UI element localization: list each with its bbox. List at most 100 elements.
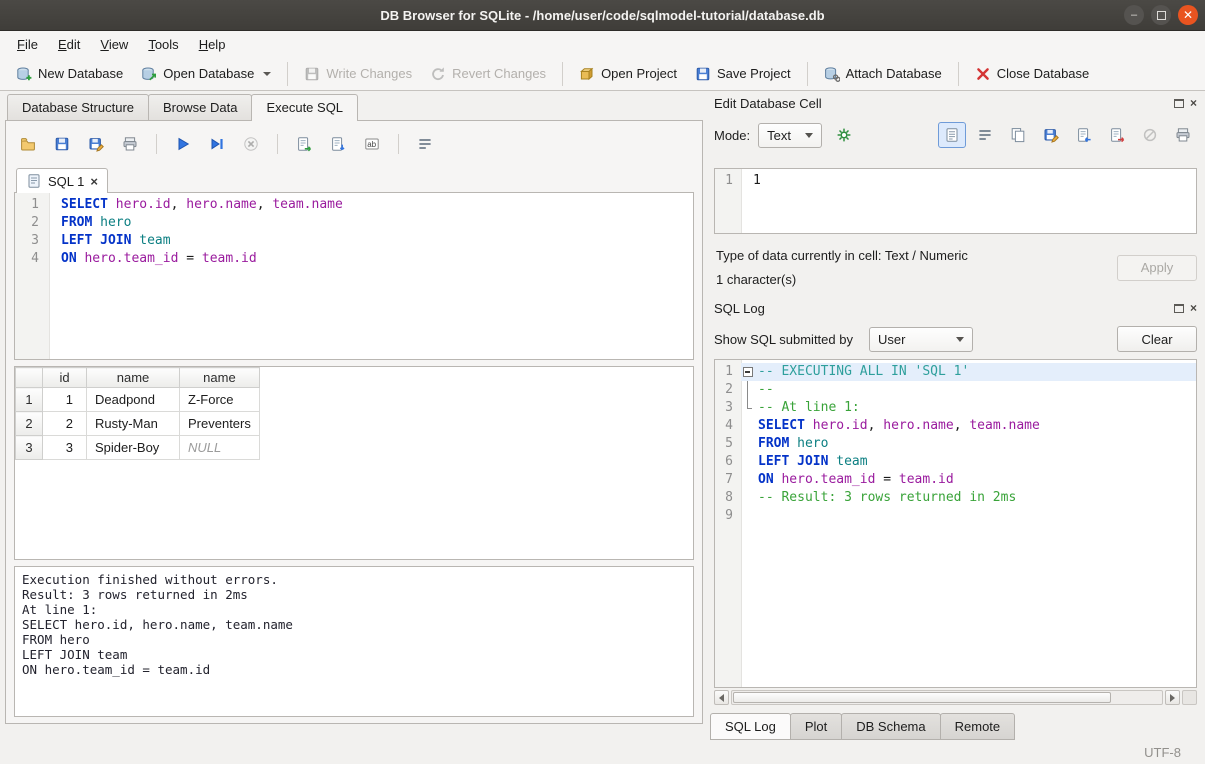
cell[interactable]: NULL (180, 436, 260, 460)
menu-edit[interactable]: Edit (49, 34, 89, 55)
corner-header[interactable] (16, 368, 43, 388)
execute-current-line-button[interactable] (203, 131, 231, 157)
dock-tab-remote[interactable]: Remote (940, 713, 1016, 740)
import-in-cell-button[interactable] (830, 122, 858, 148)
execute-all-button[interactable] (169, 131, 197, 157)
fold-collapse-icon[interactable] (741, 363, 755, 381)
sql-log-view[interactable]: 1-- EXECUTING ALL IN 'SQL 1'2--3-- At li… (714, 359, 1197, 688)
column-header-name-1[interactable]: name (87, 368, 180, 388)
cell-editor[interactable]: 11 (714, 168, 1197, 234)
close-window-button[interactable]: ✕ (1178, 5, 1198, 25)
menu-tools[interactable]: Tools (139, 34, 187, 55)
export-data-icon (1109, 127, 1125, 143)
dock-tab-db-schema[interactable]: DB Schema (841, 713, 940, 740)
mode-select[interactable]: Text (758, 123, 822, 148)
minimize-button[interactable]: – (1124, 5, 1144, 25)
clear-log-button[interactable]: Clear (1117, 326, 1197, 352)
dock-tab-plot[interactable]: Plot (790, 713, 842, 740)
attach-database-button[interactable]: Attach Database (816, 62, 950, 86)
encoding-indicator: UTF-8 (1144, 745, 1181, 760)
sql-editor-tab[interactable]: SQL 1 × (16, 168, 108, 193)
attach-database-icon (824, 66, 840, 82)
maximize-button[interactable] (1151, 5, 1171, 25)
text-mode-button[interactable] (938, 122, 966, 148)
row-number[interactable]: 2 (16, 412, 43, 436)
tab-execute-sql[interactable]: Execute SQL (251, 94, 358, 121)
message-line: Result: 3 rows returned in 2ms (22, 587, 686, 602)
code-text: SELECT hero.id, hero.name, team.name (61, 196, 343, 214)
edit-cell-dock-header: Edit Database Cell × (706, 90, 1205, 116)
save-as-button[interactable] (1037, 122, 1065, 148)
revert-changes-label: Revert Changes (452, 66, 546, 81)
code-line: 3-- At line 1: (715, 399, 1196, 417)
cell[interactable]: Z-Force (180, 388, 260, 412)
toolbar-separator (398, 134, 399, 154)
dock-tab-sql-log[interactable]: SQL Log (710, 713, 791, 740)
save-results-view-button[interactable] (324, 131, 352, 157)
close-tab-icon[interactable]: × (90, 175, 98, 188)
save-sql-file-button[interactable] (48, 131, 76, 157)
line-number: 3 (15, 232, 49, 250)
word-wrap-button[interactable] (971, 122, 999, 148)
column-header-name-2[interactable]: name (180, 368, 260, 388)
open-database-label: Open Database (163, 66, 254, 81)
import-data-button[interactable] (1070, 122, 1098, 148)
fold-margin (741, 417, 755, 435)
open-project-icon (579, 66, 595, 82)
open-database-button[interactable]: Open Database (133, 62, 279, 86)
scroll-right-button[interactable] (1165, 690, 1180, 705)
line-number: 8 (715, 489, 741, 507)
toolbar-separator (958, 62, 959, 86)
cell[interactable]: 3 (43, 436, 87, 460)
float-dock-icon[interactable] (1174, 99, 1184, 108)
copy-button[interactable] (1004, 122, 1032, 148)
sql-tab-label: SQL 1 (48, 174, 84, 189)
message-line: FROM hero (22, 632, 686, 647)
row-number[interactable]: 3 (16, 436, 43, 460)
cell[interactable]: Preventers (180, 412, 260, 436)
fold-margin (741, 453, 755, 471)
new-database-button[interactable]: New Database (8, 62, 131, 86)
row-number[interactable]: 1 (16, 388, 43, 412)
line-number: 4 (715, 417, 741, 435)
save-as-icon (1043, 127, 1059, 143)
open-sql-file-button[interactable] (14, 131, 42, 157)
code-line: 6LEFT JOIN team (715, 453, 1196, 471)
code-text: FROM hero (61, 214, 131, 232)
tab-browse-data[interactable]: Browse Data (148, 94, 252, 120)
open-project-button[interactable]: Open Project (571, 62, 685, 86)
sql-editor[interactable]: 1SELECT hero.id, hero.name, team.name2FR… (14, 192, 694, 360)
close-dock-icon[interactable]: × (1190, 302, 1197, 314)
find-replace-icon: ab (364, 136, 380, 152)
scroll-track[interactable] (731, 690, 1163, 705)
code-text: FROM hero (758, 435, 828, 453)
message-line: At line 1: (22, 602, 686, 617)
print-button[interactable] (116, 131, 144, 157)
menu-view[interactable]: View (91, 34, 137, 55)
export-results-button[interactable] (290, 131, 318, 157)
cell[interactable]: Spider-Boy (87, 436, 180, 460)
print-button[interactable] (1169, 122, 1197, 148)
menu-help[interactable]: Help (190, 34, 235, 55)
log-filter-select[interactable]: User (869, 327, 973, 352)
column-header-id-0[interactable]: id (43, 368, 87, 388)
cell[interactable]: 2 (43, 412, 87, 436)
fold-margin (741, 489, 755, 507)
find-replace-button[interactable]: ab (358, 131, 386, 157)
menu-file[interactable]: File (8, 34, 47, 55)
cell[interactable]: Deadpond (87, 388, 180, 412)
save-sql-as-button[interactable] (82, 131, 110, 157)
tab-database-structure[interactable]: Database Structure (7, 94, 149, 120)
chevron-down-icon[interactable] (263, 72, 271, 76)
save-project-button[interactable]: Save Project (687, 62, 799, 86)
close-dock-icon[interactable]: × (1190, 97, 1197, 109)
word-wrap-button[interactable] (411, 131, 439, 157)
cell[interactable]: 1 (43, 388, 87, 412)
export-data-button[interactable] (1103, 122, 1131, 148)
save-project-label: Save Project (717, 66, 791, 81)
cell[interactable]: Rusty-Man (87, 412, 180, 436)
scroll-thumb[interactable] (733, 692, 1111, 703)
scroll-left-button[interactable] (714, 690, 729, 705)
close-database-button[interactable]: Close Database (967, 62, 1098, 86)
float-dock-icon[interactable] (1174, 304, 1184, 313)
